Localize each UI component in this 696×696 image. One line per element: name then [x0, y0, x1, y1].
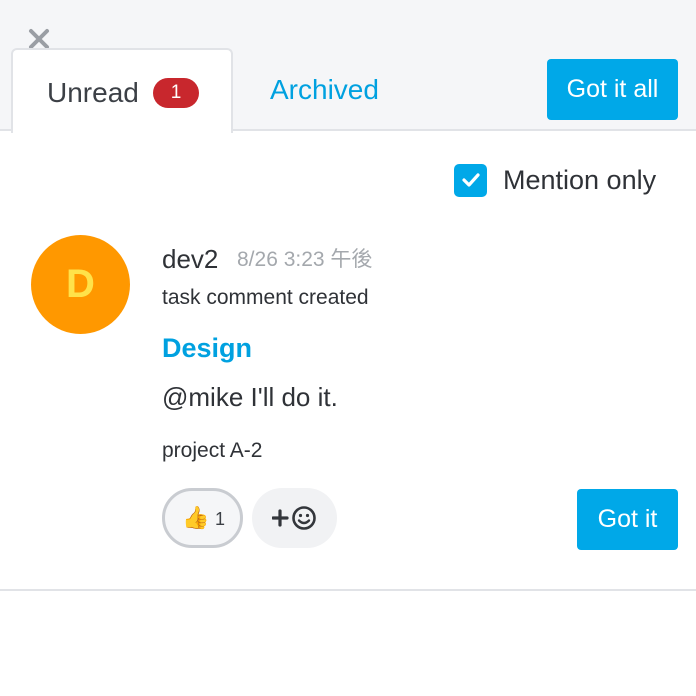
- tab-unread[interactable]: Unread 1: [11, 48, 233, 133]
- task-title-link[interactable]: Design: [162, 332, 252, 364]
- project-name: project A-2: [162, 439, 263, 462]
- mention-only-checkbox[interactable]: [454, 164, 487, 197]
- tab-unread-label: Unread: [47, 77, 139, 108]
- got-it-all-button[interactable]: Got it all: [547, 59, 678, 120]
- author-name: dev2: [162, 244, 219, 274]
- thumbs-up-icon: 👍: [182, 505, 210, 530]
- reaction-thumbs-up[interactable]: 👍 1: [162, 488, 243, 548]
- divider: [0, 589, 696, 591]
- action-description: task comment created: [162, 286, 369, 309]
- timestamp: 8/26 3:23 午後: [237, 248, 373, 271]
- notification-header: Unread 1 Archived Got it all: [0, 0, 696, 133]
- add-reaction-button[interactable]: [252, 488, 337, 548]
- got-it-button[interactable]: Got it: [577, 489, 678, 550]
- checkmark-icon: [461, 173, 480, 187]
- tab-archived[interactable]: Archived: [270, 73, 379, 107]
- unread-count-badge: 1: [153, 78, 199, 108]
- avatar: D: [31, 235, 130, 334]
- add-emoji-icon: [272, 506, 316, 530]
- mention-only-label[interactable]: Mention only: [503, 164, 656, 197]
- comment-text: @mike I'll do it.: [162, 382, 338, 412]
- reaction-count: 1: [215, 509, 226, 529]
